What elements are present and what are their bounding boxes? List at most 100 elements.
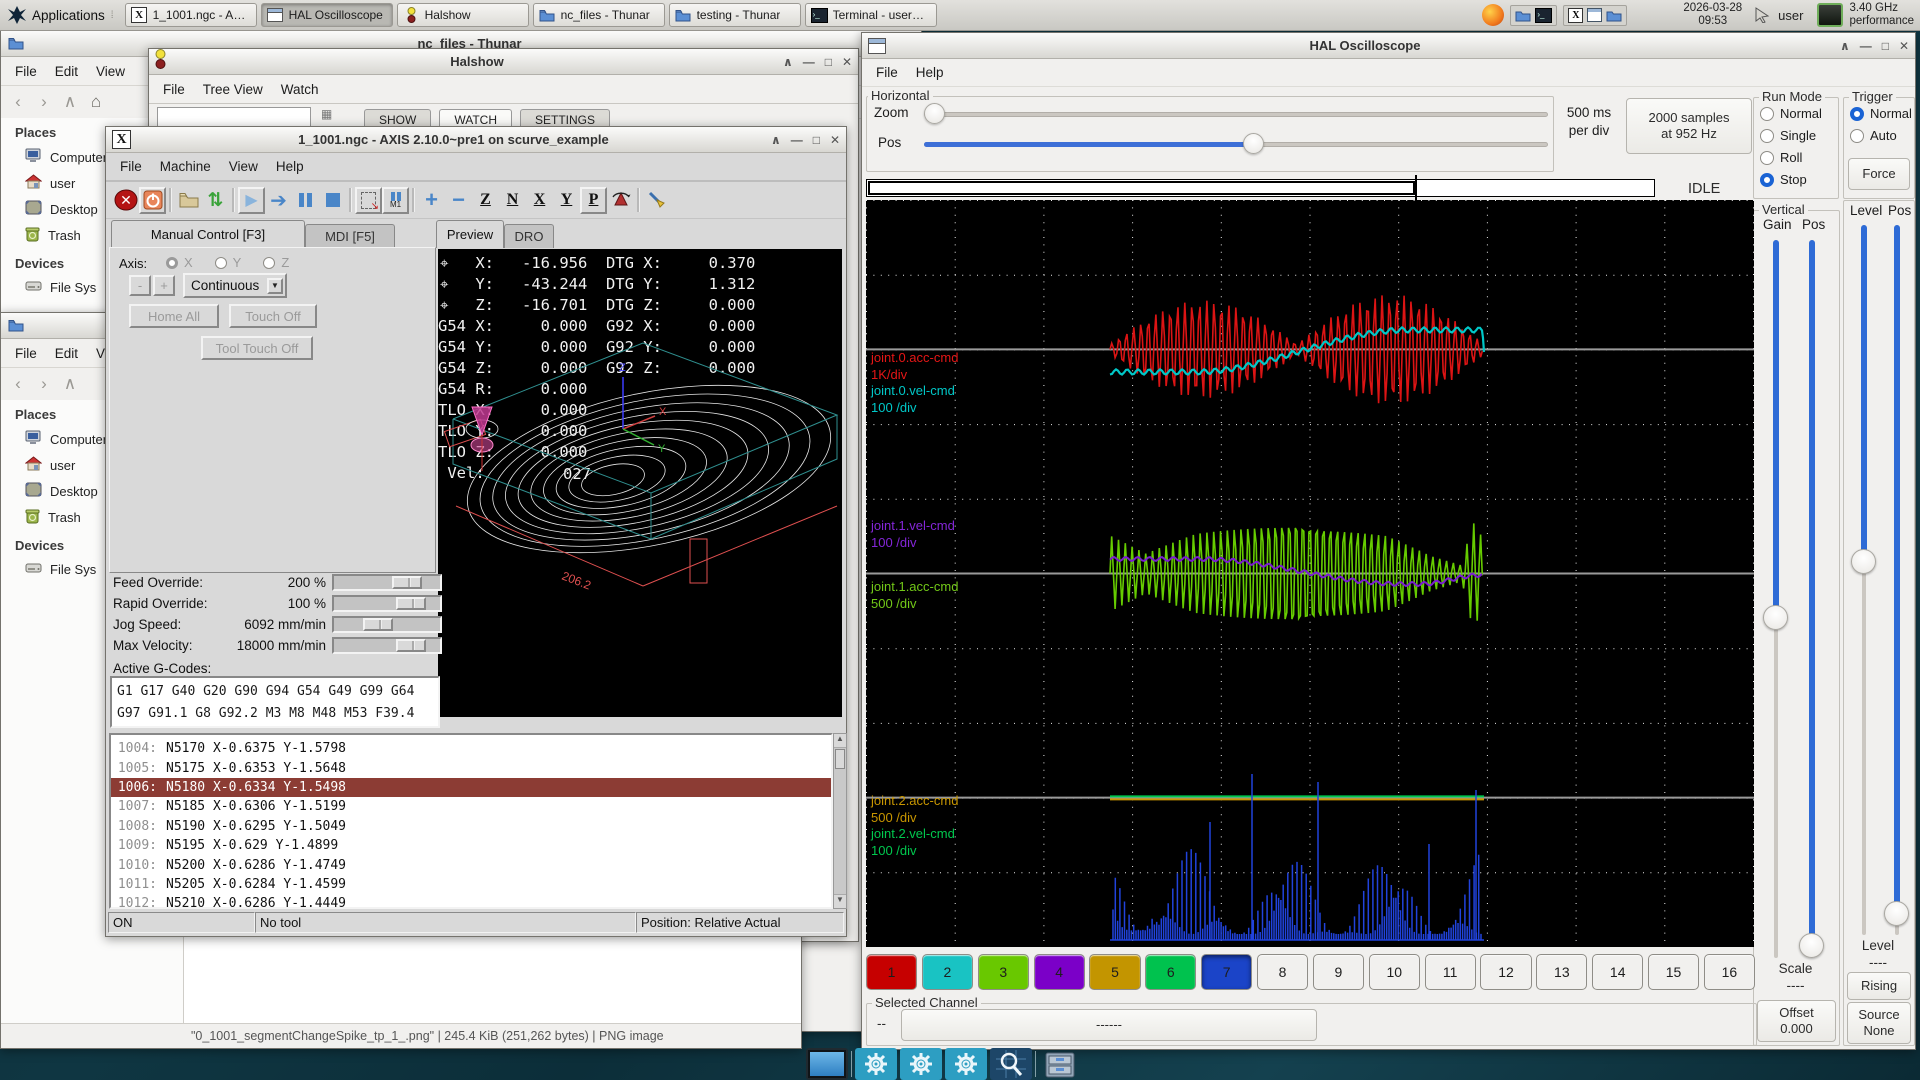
gear-launcher-icon[interactable] — [945, 1048, 987, 1080]
feed-override-slider[interactable] — [332, 574, 442, 591]
folder-icon[interactable] — [1515, 9, 1531, 22]
up-icon[interactable]: ∧ — [57, 92, 83, 112]
firefox-icon[interactable] — [1482, 4, 1505, 26]
slider-knob[interactable] — [1763, 605, 1788, 630]
channel-button-11[interactable]: 11 — [1424, 954, 1476, 990]
halshow-menu-watch[interactable]: Watch — [273, 78, 327, 101]
zoom-in-button[interactable]: + — [418, 187, 445, 214]
view-z-button[interactable]: Z — [472, 187, 499, 214]
gcode-line[interactable]: 1007: N5185 X-0.6306 Y-1.5199 — [111, 797, 831, 816]
rapid-override-slider[interactable] — [332, 595, 442, 612]
thunar1-menu-edit[interactable]: Edit — [47, 60, 86, 83]
gcode-scrollbar[interactable]: ▲ ▼ — [833, 733, 847, 909]
channel-button-15[interactable]: 15 — [1648, 954, 1700, 990]
run-mode-normal[interactable]: Normal — [1760, 106, 1822, 121]
taskbar-window-testing-thunar[interactable]: testing - Thunar — [668, 3, 801, 27]
search-launcher-icon[interactable] — [990, 1048, 1032, 1080]
axis-radio-x[interactable]: X — [166, 255, 193, 270]
channel-button-12[interactable]: 12 — [1480, 954, 1532, 990]
slider-knob[interactable] — [1851, 549, 1876, 574]
trigger-pos-slider[interactable] — [1884, 225, 1909, 935]
slider-handle[interactable] — [392, 576, 422, 589]
axis-titlebar[interactable]: X 1_1001.ngc - AXIS 2.10.0~pre1 on scurv… — [106, 127, 846, 153]
scroll-down-icon[interactable]: ▼ — [834, 894, 846, 908]
filemanager-launcher-icon[interactable] — [1039, 1048, 1081, 1080]
run-mode-single[interactable]: Single — [1760, 128, 1816, 143]
tab-mdi[interactable]: MDI [F5] — [305, 224, 395, 248]
cpu-indicator[interactable]: 3.40 GHz performance — [1849, 2, 1914, 28]
slider-knob[interactable] — [1799, 933, 1824, 958]
taskbar-window-1-1001-ngc-axis-2-10[interactable]: X 1_1001.ngc - AXIS 2.10.... — [124, 3, 257, 27]
gcode-line[interactable]: 1008: N5190 X-0.6295 Y-1.5049 — [111, 817, 831, 836]
gcode-listing[interactable]: 1004: N5170 X-0.6375 Y-1.5798 1005: N5175 X… — [109, 733, 833, 909]
channel-button-14[interactable]: 14 — [1592, 954, 1644, 990]
gcode-line[interactable]: 1012: N5210 X-0.6286 Y-1.4449 — [111, 894, 831, 907]
gcode-line[interactable]: 1004: N5170 X-0.6375 Y-1.5798 — [111, 739, 831, 758]
axis-menu-help[interactable]: Help — [268, 155, 312, 178]
shade-icon[interactable]: ∧ — [783, 55, 793, 69]
minimize-icon[interactable]: — — [803, 55, 815, 69]
gcode-line-current[interactable]: 1006: N5180 X-0.6334 Y-1.5498 — [111, 777, 831, 798]
machine-power-button[interactable] — [139, 186, 166, 214]
thunar1-menu-file[interactable]: File — [7, 60, 45, 83]
jog-speed-slider[interactable] — [332, 616, 442, 633]
zoom-slider[interactable] — [924, 103, 1548, 125]
selected-channel-button[interactable]: ------ — [901, 1009, 1317, 1041]
forward-icon[interactable]: › — [31, 92, 57, 112]
trigger-mode-normal[interactable]: Normal — [1850, 106, 1912, 121]
minimize-icon[interactable]: — — [791, 133, 803, 147]
preview-canvas[interactable]: X: -16.956 DTG X: 0.370 Y: -43.244 DTG Y… — [438, 249, 842, 717]
axis-icon[interactable]: X — [1568, 7, 1584, 23]
applications-menu[interactable]: Applications ⁞ — [0, 6, 123, 24]
axis-radio-y[interactable]: Y — [214, 255, 241, 270]
channel-button-6[interactable]: 6 — [1145, 954, 1197, 990]
taskbar-window-hal-oscilloscope[interactable]: HAL Oscilloscope — [260, 3, 393, 27]
reload-file-button[interactable]: ⇅ — [202, 187, 229, 214]
gear-launcher-icon[interactable] — [900, 1048, 942, 1080]
view-z2-button[interactable]: N — [499, 187, 526, 214]
thunar2-menu-edit[interactable]: Edit — [47, 342, 86, 365]
terminal-icon[interactable]: ›_ — [1535, 7, 1553, 23]
scroll-thumb[interactable] — [835, 749, 845, 769]
offset-button[interactable]: Offset 0.000 — [1757, 1000, 1836, 1042]
close-icon[interactable]: ✕ — [1899, 39, 1909, 53]
jog-plus-button[interactable]: + — [153, 275, 175, 296]
horizontal-pos-slider[interactable] — [924, 133, 1548, 155]
folder-icon[interactable] — [1606, 9, 1622, 22]
slider-handle[interactable] — [363, 618, 393, 631]
display-launcher-icon[interactable] — [806, 1048, 848, 1080]
run-from-line-button[interactable]: ➔ — [265, 187, 292, 214]
tab-preview[interactable]: Preview — [436, 220, 504, 248]
osc-titlebar[interactable]: HAL Oscilloscope ∧ — □ ✕ — [862, 33, 1915, 59]
up-icon[interactable]: ∧ — [57, 374, 83, 394]
axis-menu-view[interactable]: View — [221, 155, 266, 178]
osc-menu-file[interactable]: File — [868, 61, 906, 84]
channel-button-1[interactable]: 1 — [866, 954, 918, 990]
clock[interactable]: 2026-03-28 09:53 — [1683, 2, 1742, 28]
force-trigger-button[interactable]: Force — [1848, 158, 1910, 190]
gcode-line[interactable]: 1010: N5200 X-0.6286 Y-1.4749 — [111, 855, 831, 874]
trigger-level-slider[interactable] — [1851, 225, 1876, 935]
jog-mode-dropdown[interactable]: Continuous ▼ — [183, 273, 287, 298]
view-x-button[interactable]: X — [526, 187, 553, 214]
channel-button-4[interactable]: 4 — [1033, 954, 1085, 990]
taskbar-window-terminal-user-debian[interactable]: ›_ Terminal - user@debian... — [804, 3, 937, 27]
slider-knob[interactable] — [1243, 133, 1264, 154]
axis-menu-machine[interactable]: Machine — [152, 155, 219, 178]
minimize-icon[interactable]: — — [1860, 39, 1872, 53]
home-all-button[interactable]: Home All — [129, 304, 219, 328]
pause-button[interactable] — [292, 187, 319, 214]
tab-dro[interactable]: DRO — [504, 224, 554, 248]
tab-manual-control[interactable]: Manual Control [F3] — [111, 220, 305, 248]
touch-off-button[interactable]: Touch Off — [229, 304, 317, 328]
optional-stop-button[interactable]: M1 — [382, 186, 409, 214]
trigger-mode-auto[interactable]: Auto — [1850, 128, 1897, 143]
run-mode-stop[interactable]: Stop — [1760, 172, 1807, 187]
maximize-icon[interactable]: □ — [1882, 39, 1889, 53]
scope-display[interactable]: joint.0.acc-cmd 1K/div joint.0.vel-cmd 10… — [866, 200, 1754, 948]
slider-knob[interactable] — [1884, 901, 1909, 926]
thunar2-menu-file[interactable]: File — [7, 342, 45, 365]
halshow-titlebar[interactable]: Halshow ∧ — □ ✕ — [149, 49, 858, 75]
stop-program-button[interactable] — [319, 187, 346, 214]
view-y-button[interactable]: Y — [553, 187, 580, 214]
